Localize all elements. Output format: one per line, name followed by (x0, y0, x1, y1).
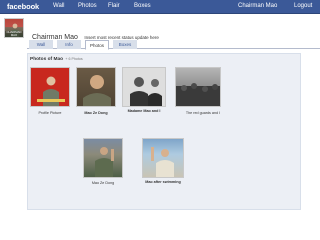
photo-red-guards[interactable] (175, 67, 221, 107)
tab-boxes[interactable]: Boxes (113, 40, 137, 49)
top-navigation-bar: facebook Wall Photos Flair Boxes Chairma… (0, 0, 320, 14)
photo-caption[interactable]: Mao Ze Dong (83, 181, 123, 185)
album-count[interactable]: + 6 Photos (65, 57, 82, 61)
facebook-logo[interactable]: facebook (7, 2, 39, 11)
nav-flair-link[interactable]: Flair (108, 3, 120, 9)
tab-info[interactable]: Info (57, 40, 81, 49)
photo-caption[interactable]: Mao Ze Dong (76, 111, 116, 115)
photo-madame-mao[interactable] (122, 67, 166, 107)
nav-photos-link[interactable]: Photos (78, 3, 97, 9)
tab-photos[interactable]: Photos (85, 40, 109, 50)
profile-picture-label: CHAIRMAN MAO (5, 30, 23, 37)
album-title: Photos of Mao (30, 57, 64, 62)
album-header: Photos of Mao + 6 Photos (30, 57, 83, 62)
tab-wall[interactable]: Wall (29, 40, 53, 49)
photo-mao-after-swimming[interactable] (142, 138, 184, 178)
photo-caption[interactable]: The red guards and I (184, 111, 222, 115)
profile-tabs: Wall Info Photos Boxes (27, 40, 320, 50)
photo-figure-art (37, 76, 65, 106)
photo-figure-art (151, 147, 174, 177)
photo-figure-art (83, 75, 111, 106)
photo-caption[interactable]: Madame Mao and I (120, 109, 168, 113)
photo-figure-art (176, 83, 220, 106)
photo-figure-art (95, 147, 114, 177)
photos-panel: Photos of Mao + 6 Photos Profile Picture… (27, 53, 301, 210)
logout-link[interactable]: Logout (294, 3, 312, 9)
photo-figure-art (130, 77, 162, 106)
photo-caption[interactable]: Mao after swimming (138, 180, 188, 184)
nav-boxes-link[interactable]: Boxes (134, 3, 151, 9)
photo-profile-picture[interactable] (30, 67, 70, 107)
nav-wall-link[interactable]: Wall (53, 3, 64, 9)
profile-picture[interactable]: CHAIRMAN MAO (4, 18, 24, 38)
photo-caption[interactable]: Profile Picture (30, 111, 70, 115)
photo-mao-ze-dong-salute[interactable] (83, 138, 123, 178)
photo-mao-ze-dong-portrait[interactable] (76, 67, 116, 107)
nav-user-name-link[interactable]: Chairman Mao (238, 3, 277, 9)
